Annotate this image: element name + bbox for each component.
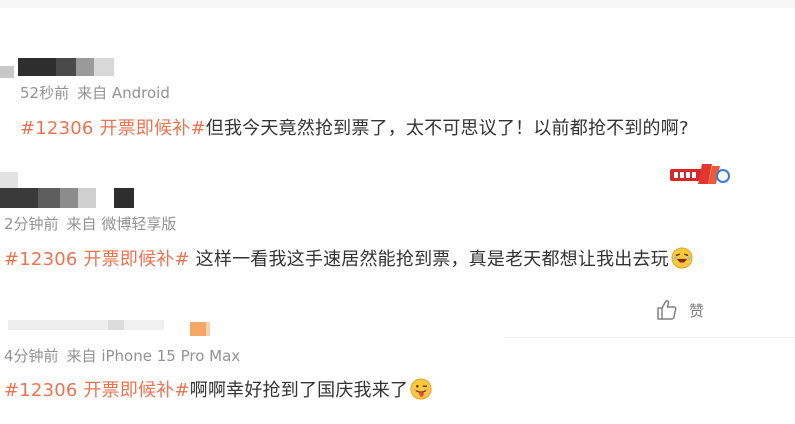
comment-text: 但我今天竟然抢到票了，太不可思议了！以前都抢不到的啊?: [205, 118, 689, 139]
like-button[interactable]: 赞: [655, 298, 704, 322]
laughing-face-emoji: [671, 247, 693, 269]
comment-meta-3: 4分钟前 来自 iPhone 15 Pro Max: [4, 345, 248, 366]
comment-time: 4分钟前: [4, 347, 59, 365]
decorative-badge-icon: [670, 164, 730, 184]
hashtag-link[interactable]: #12306 开票即候补#: [4, 380, 190, 401]
comment-source: 来自 微博轻享版: [66, 215, 177, 233]
comment-content-3: #12306 开票即候补#啊啊幸好抢到了国庆我来了: [4, 376, 432, 402]
top-separator: [0, 0, 795, 8]
comment-text: 啊啊幸好抢到了国庆我来了: [189, 380, 409, 401]
comment-text: 这样一看我这手速居然能抢到票，真是老天都想让我出去玩: [189, 249, 669, 270]
comment-content-1: #12306 开票即候补#但我今天竟然抢到票了，太不可思议了！以前都抢不到的啊?: [20, 114, 689, 140]
comment-time: 52秒前: [20, 84, 70, 102]
comment-source: 来自 Android: [77, 84, 170, 102]
divider: [504, 337, 795, 338]
hashtag-link[interactable]: #12306 开票即候补#: [20, 118, 206, 139]
comment-content-2: #12306 开票即候补# 这样一看我这手速居然能抢到票，真是老天都想让我出去玩: [4, 245, 693, 271]
comment-meta-1: 52秒前 来自 Android: [20, 82, 178, 103]
comment-meta-2: 2分钟前 来自 微博轻享版: [4, 213, 184, 234]
tongue-out-face-emoji: [410, 378, 432, 400]
hashtag-link[interactable]: #12306 开票即候补#: [4, 249, 190, 270]
comment-time: 2分钟前: [4, 215, 59, 233]
comment-source: 来自 iPhone 15 Pro Max: [66, 347, 241, 365]
thumbs-up-icon: [657, 299, 677, 320]
like-label: 赞: [689, 301, 705, 320]
